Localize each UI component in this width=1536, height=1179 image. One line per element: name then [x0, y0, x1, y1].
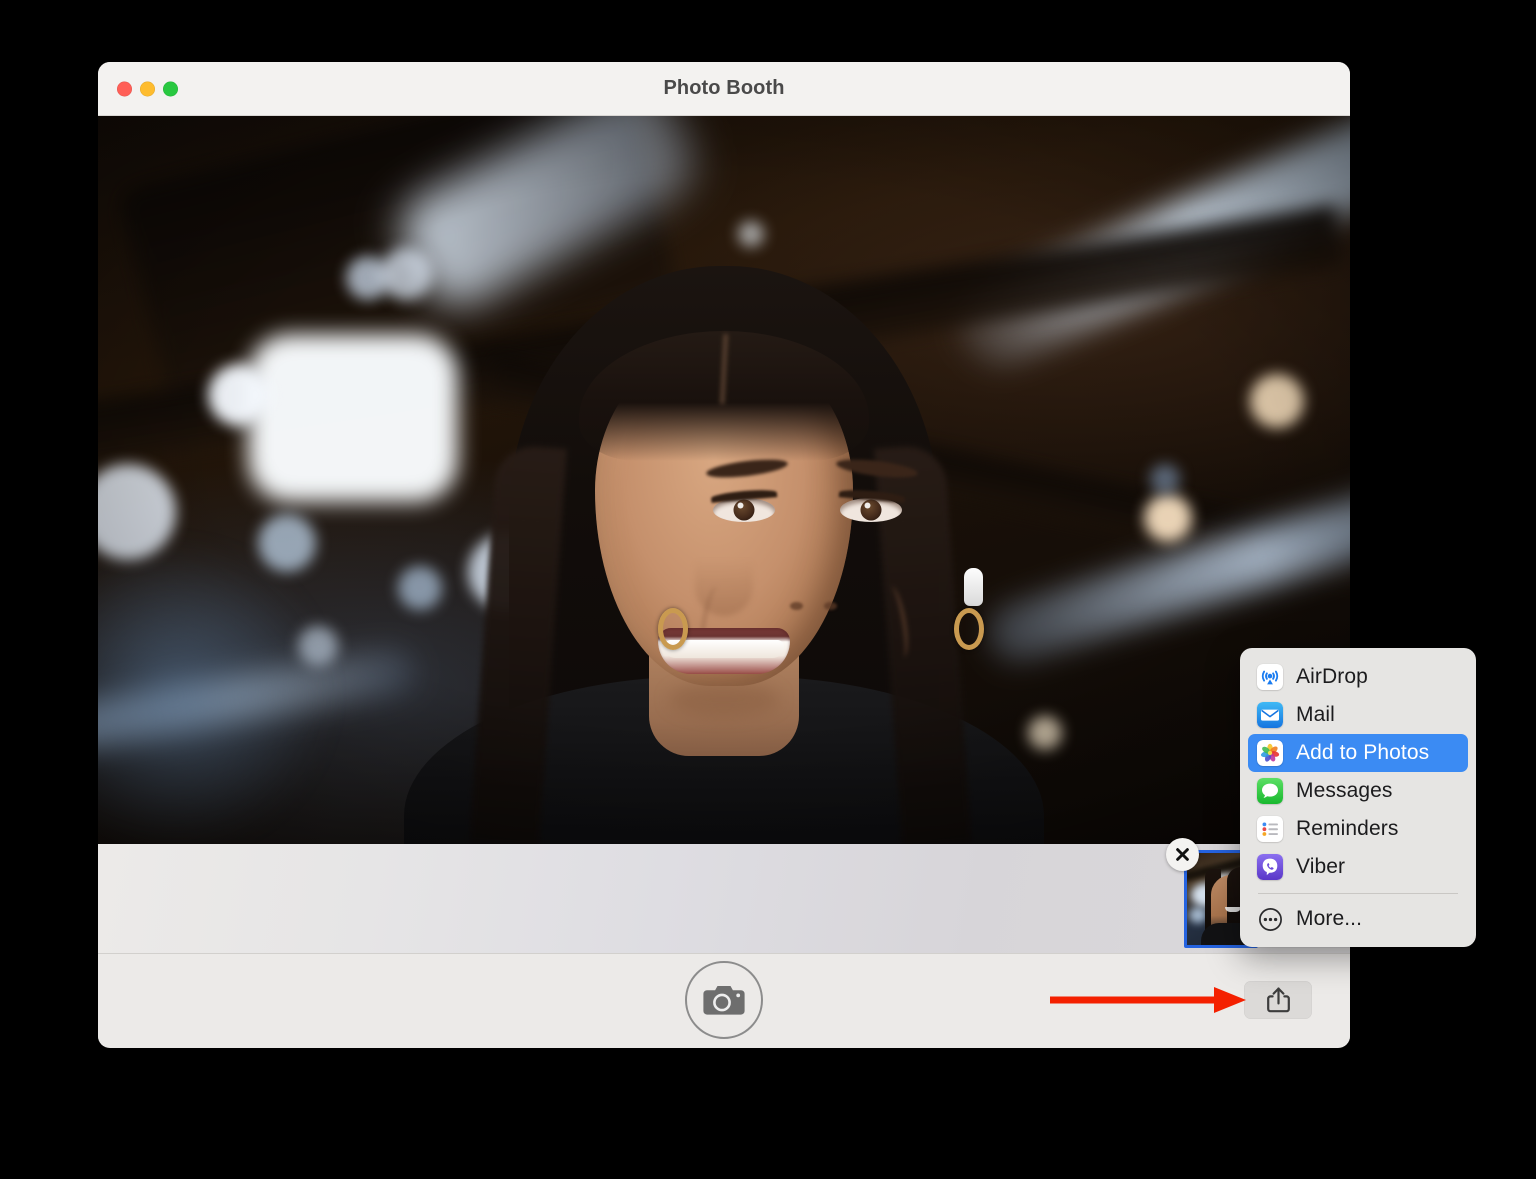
reminders-icon: [1257, 816, 1283, 842]
share-menu-separator: [1258, 893, 1458, 894]
nose: [695, 536, 753, 616]
photo-booth-window: Photo Booth: [98, 62, 1350, 1048]
share-menu-item-label: Messages: [1296, 779, 1393, 802]
photo-filmstrip-tray[interactable]: [98, 838, 1350, 954]
camera-viewfinder[interactable]: [98, 116, 1350, 844]
nostril-right: [824, 602, 837, 610]
share-menu-item-viber[interactable]: Viber: [1248, 848, 1468, 886]
share-menu-item-label: Viber: [1296, 855, 1346, 878]
delete-photo-badge[interactable]: [1166, 838, 1199, 871]
share-icon: [1266, 987, 1290, 1013]
share-menu-popover: AirDrop Mail Add to Photos Messages Remi…: [1240, 648, 1476, 947]
hoop-earring-right: [954, 608, 984, 650]
share-menu-item-add-to-photos[interactable]: Add to Photos: [1248, 734, 1468, 772]
nostril-left: [790, 602, 803, 610]
mail-icon: [1257, 702, 1283, 728]
share-button[interactable]: [1244, 981, 1312, 1019]
photos-icon: [1257, 740, 1283, 766]
more-ellipsis-icon: [1257, 906, 1283, 932]
share-menu-item-more[interactable]: More...: [1248, 900, 1468, 938]
viber-icon: [1257, 854, 1283, 880]
camera-shutter-button[interactable]: [685, 961, 763, 1039]
share-menu-item-label: Mail: [1296, 703, 1335, 726]
share-menu-item-airdrop[interactable]: AirDrop: [1248, 658, 1468, 696]
close-window-button[interactable]: [117, 81, 132, 96]
share-menu-item-label: AirDrop: [1296, 665, 1368, 688]
window-title: Photo Booth: [663, 77, 785, 99]
subject-person: [98, 116, 1350, 844]
chin-shadow: [669, 682, 779, 716]
traffic-lights: [117, 81, 178, 96]
share-menu-item-label: Add to Photos: [1296, 741, 1430, 764]
live-preview-image: [98, 116, 1350, 844]
share-menu-item-messages[interactable]: Messages: [1248, 772, 1468, 810]
share-menu-item-label: Reminders: [1296, 817, 1399, 840]
bottom-toolbar: [98, 954, 1350, 1046]
airdrop-icon: [1257, 664, 1283, 690]
messages-icon: [1257, 778, 1283, 804]
window-titlebar: Photo Booth: [98, 62, 1350, 116]
share-menu-item-reminders[interactable]: Reminders: [1248, 810, 1468, 848]
share-menu-item-mail[interactable]: Mail: [1248, 696, 1468, 734]
airpod-right: [964, 568, 983, 606]
maximize-window-button[interactable]: [163, 81, 178, 96]
hoop-earring-left: [658, 608, 688, 650]
minimize-window-button[interactable]: [140, 81, 155, 96]
camera-icon: [703, 986, 745, 1015]
share-menu-item-label: More...: [1296, 907, 1363, 930]
